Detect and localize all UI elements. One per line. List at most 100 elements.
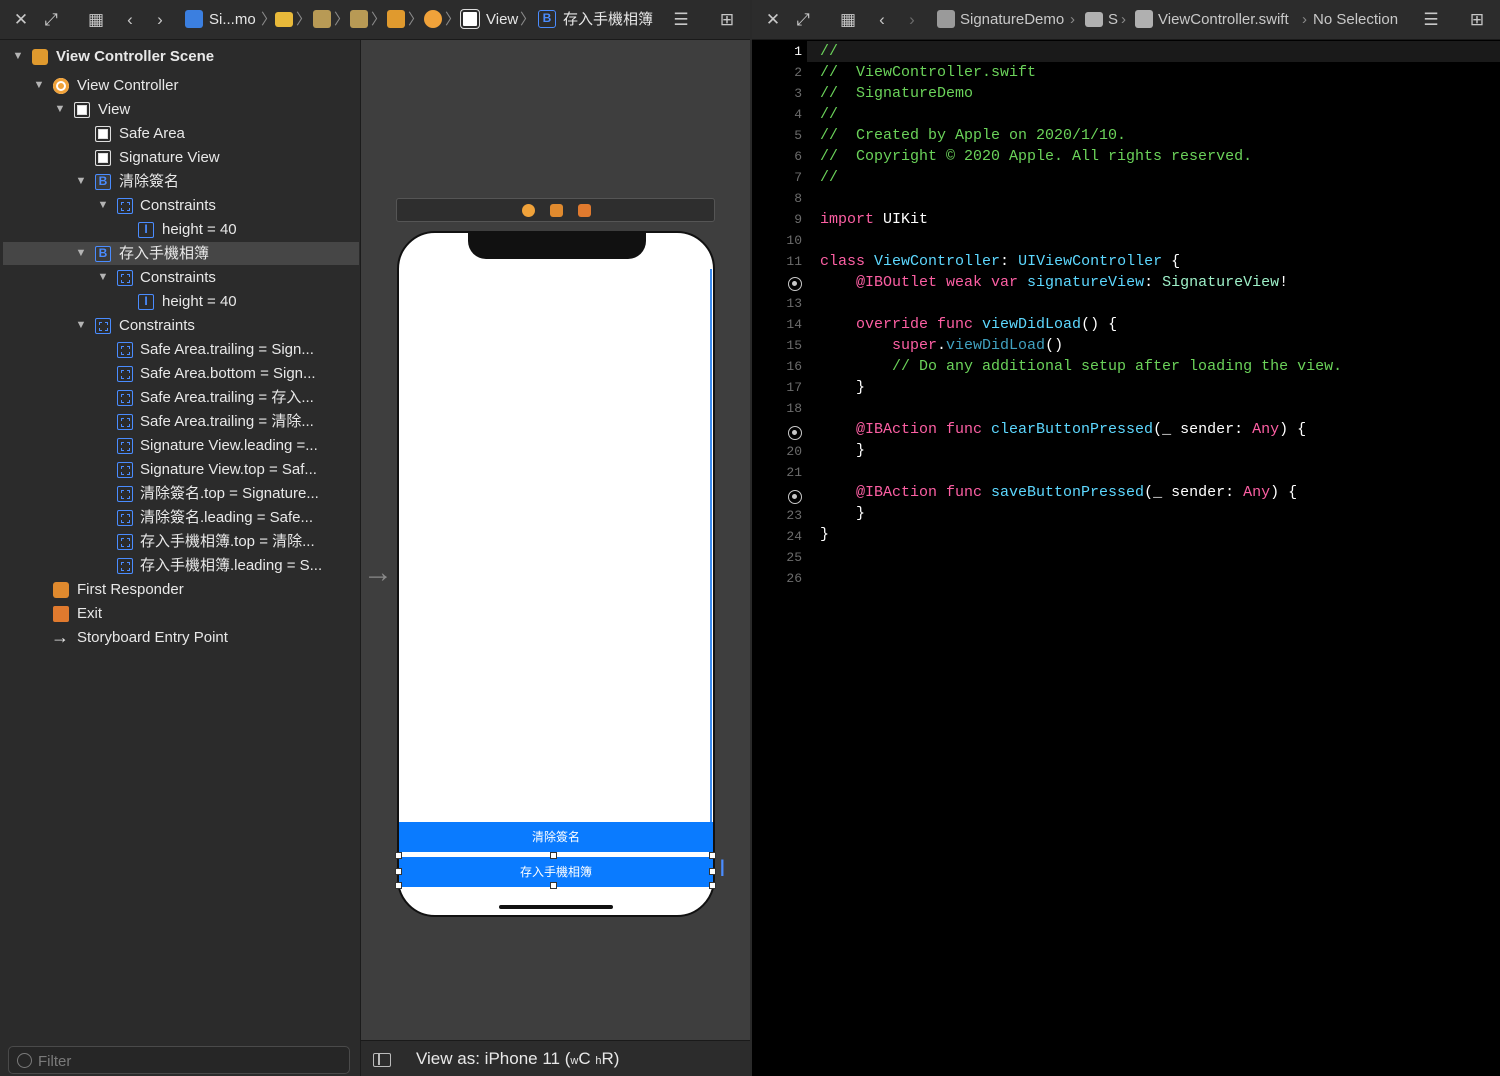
source-code-area[interactable]: // // ViewController.swift // SignatureD… — [820, 40, 1500, 1076]
outline-item-label: 清除簽名.top = Signature... — [140, 485, 319, 502]
outline-item-view-controller-scene[interactable]: ▼ View Controller Scene — [3, 45, 359, 68]
height-constraint-icon: I — [138, 222, 154, 238]
iphone-canvas-frame[interactable]: 清除簽名 存入手機相簿 — [397, 231, 715, 917]
outline-item-view[interactable]: ▼ View — [3, 98, 359, 121]
view-as-device-button[interactable]: View as: iPhone 11 (wC hR) — [416, 1049, 619, 1069]
expand-icon[interactable]: ⤢ — [792, 9, 814, 31]
swift-file-icon[interactable] — [1135, 10, 1153, 28]
outline-item-safe-area[interactable]: Safe Area — [3, 122, 359, 145]
action-connection-icon[interactable] — [788, 490, 802, 504]
disclosure-triangle-icon[interactable]: ▼ — [53, 98, 67, 121]
outline-item-storyboard-entry-point[interactable]: → Storyboard Entry Point — [3, 626, 359, 649]
outline-item-label: First Responder — [77, 581, 184, 598]
resize-handle[interactable] — [395, 882, 402, 889]
related-items-grid-icon[interactable]: ▦ — [85, 9, 107, 31]
storyboard-canvas[interactable]: → 清除簽名 存入手機相簿 I — [360, 40, 750, 1040]
line-number: 7 — [794, 170, 802, 185]
top-constraint-icon — [117, 462, 133, 478]
disclosure-triangle-icon[interactable]: ▼ — [74, 314, 88, 337]
scene-icon[interactable] — [387, 10, 405, 28]
code-line: @IBOutlet weak var signatureView: Signat… — [820, 274, 1289, 291]
outline-item-constraint[interactable]: Safe Area.trailing = Sign... — [3, 338, 359, 361]
disclosure-triangle-icon[interactable]: ▼ — [96, 266, 110, 289]
outline-item-label: View Controller Scene — [56, 48, 215, 65]
view-icon[interactable] — [461, 10, 479, 28]
folder-icon[interactable] — [275, 12, 293, 27]
line-number-gutter[interactable]: 1 2 3 4 5 6 7 8 9 10 11 13 14 15 16 17 1… — [752, 40, 807, 1076]
code-line: // Created by Apple on 2020/1/10. — [820, 127, 1127, 144]
disclosure-triangle-icon[interactable]: ▼ — [74, 170, 88, 193]
expand-icon[interactable]: ⤢ — [40, 9, 62, 31]
outline-item-signature-view[interactable]: Signature View — [3, 146, 359, 169]
forward-chevron-icon[interactable]: › — [149, 9, 171, 31]
storyboard-entry-arrow-icon[interactable]: → — [363, 558, 397, 588]
clear-signature-button[interactable]: 清除簽名 — [399, 822, 713, 852]
outline-item-constraint[interactable]: 清除簽名.leading = Safe... — [3, 506, 359, 529]
storyboard-base-icon[interactable] — [350, 10, 368, 28]
breadcrumb-separator: › — [1302, 11, 1307, 28]
outline-item-first-responder[interactable]: First Responder — [3, 578, 359, 601]
resize-handle[interactable] — [550, 882, 557, 889]
outlet-connection-icon[interactable] — [788, 277, 802, 291]
resize-handle[interactable] — [709, 868, 716, 875]
editor-options-lines-icon[interactable]: ☰ — [670, 9, 692, 31]
back-chevron-icon[interactable]: ‹ — [119, 9, 141, 31]
outline-item-save-button[interactable]: ▼ B 存入手機相簿 — [3, 242, 359, 265]
line-number: 21 — [786, 465, 802, 480]
outline-item-constraints[interactable]: ▼ Constraints — [3, 194, 359, 217]
add-editor-icon[interactable]: ⊞ — [716, 9, 738, 31]
disclosure-triangle-icon[interactable]: ▼ — [96, 194, 110, 217]
resize-handle[interactable] — [709, 882, 716, 889]
button-icon[interactable]: B — [538, 10, 556, 28]
exit-icon[interactable] — [578, 204, 591, 217]
outline-item-constraint[interactable]: Safe Area.trailing = 存入... — [3, 386, 359, 409]
related-items-grid-icon[interactable]: ▦ — [837, 9, 859, 31]
close-icon[interactable]: ✕ — [762, 9, 784, 31]
outline-item-constraints[interactable]: ▼ Constraints — [3, 266, 359, 289]
outline-item-constraint[interactable]: 清除簽名.top = Signature... — [3, 482, 359, 505]
outline-item-height-constraint[interactable]: I height = 40 — [3, 290, 359, 313]
outline-filter[interactable] — [8, 1046, 350, 1074]
view-controller-icon[interactable] — [424, 10, 442, 28]
breadcrumb-project[interactable]: Si...mo — [209, 10, 256, 30]
outline-item-height-constraint[interactable]: I height = 40 — [3, 218, 359, 241]
breadcrumb-save-button[interactable]: 存入手機相簿 — [563, 10, 653, 30]
breadcrumb-folder[interactable]: S — [1108, 10, 1118, 30]
breadcrumb-file[interactable]: ViewController.swift — [1158, 10, 1289, 30]
disclosure-triangle-icon[interactable]: ▼ — [74, 242, 88, 265]
signature-view-outline[interactable] — [710, 269, 712, 825]
resize-handle[interactable] — [550, 852, 557, 859]
outline-item-clear-button[interactable]: ▼ B 清除簽名 — [3, 170, 359, 193]
code-line: } — [820, 442, 866, 459]
disclosure-triangle-icon[interactable]: ▼ — [32, 74, 46, 97]
toggle-outline-icon[interactable] — [373, 1053, 391, 1067]
outline-item-constraint[interactable]: Signature View.leading =... — [3, 434, 359, 457]
resize-handle[interactable] — [395, 868, 402, 875]
first-responder-icon[interactable] — [550, 204, 563, 217]
outline-item-constraint[interactable]: Safe Area.bottom = Sign... — [3, 362, 359, 385]
outline-item-constraint[interactable]: Signature View.top = Saf... — [3, 458, 359, 481]
outline-item-constraint[interactable]: Safe Area.trailing = 清除... — [3, 410, 359, 433]
folder-icon[interactable] — [1085, 12, 1103, 27]
close-icon[interactable]: ✕ — [10, 9, 32, 31]
outline-item-constraint[interactable]: 存入手機相簿.top = 清除... — [3, 530, 359, 553]
resize-handle[interactable] — [395, 852, 402, 859]
filter-input[interactable] — [38, 1051, 338, 1071]
resize-handle[interactable] — [709, 852, 716, 859]
outline-item-constraints[interactable]: ▼ Constraints — [3, 314, 359, 337]
action-connection-icon[interactable] — [788, 426, 802, 440]
add-editor-icon[interactable]: ⊞ — [1466, 9, 1488, 31]
breadcrumb-project[interactable]: SignatureDemo — [960, 10, 1064, 30]
disclosure-triangle-icon[interactable]: ▼ — [11, 45, 25, 68]
outline-item-exit[interactable]: Exit — [3, 602, 359, 625]
outline-item-view-controller[interactable]: ▼ View Controller — [3, 74, 359, 97]
outline-item-constraint[interactable]: 存入手機相簿.leading = S... — [3, 554, 359, 577]
view-controller-icon[interactable] — [522, 204, 535, 217]
view-controller-icon — [53, 78, 69, 94]
editor-options-lines-icon[interactable]: ☰ — [1420, 9, 1442, 31]
back-chevron-icon[interactable]: ‹ — [871, 9, 893, 31]
storyboard-file-icon[interactable] — [313, 10, 331, 28]
forward-chevron-icon[interactable]: › — [901, 9, 923, 31]
breadcrumb-view[interactable]: View — [486, 10, 518, 30]
breadcrumb-symbol[interactable]: No Selection — [1313, 10, 1398, 30]
